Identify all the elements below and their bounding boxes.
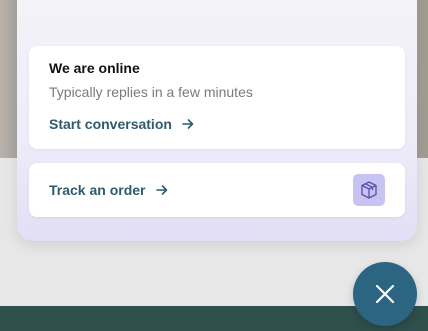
package-icon bbox=[361, 181, 377, 199]
reply-time-text: Typically replies in a few minutes bbox=[49, 84, 253, 100]
track-order-label: Track an order bbox=[49, 182, 146, 198]
close-chat-button[interactable] bbox=[353, 262, 417, 326]
track-order-card[interactable]: Track an order bbox=[29, 163, 405, 217]
close-icon bbox=[375, 284, 395, 304]
start-conversation-link[interactable]: Start conversation bbox=[49, 116, 195, 132]
online-status-card: We are online Typically replies in a few… bbox=[29, 46, 405, 149]
arrow-right-icon bbox=[182, 119, 194, 129]
start-conversation-label: Start conversation bbox=[49, 116, 172, 132]
online-status-title: We are online bbox=[49, 60, 140, 76]
arrow-right-icon bbox=[155, 185, 167, 195]
track-order-link[interactable]: Track an order bbox=[49, 182, 169, 198]
package-icon-badge bbox=[353, 174, 385, 206]
